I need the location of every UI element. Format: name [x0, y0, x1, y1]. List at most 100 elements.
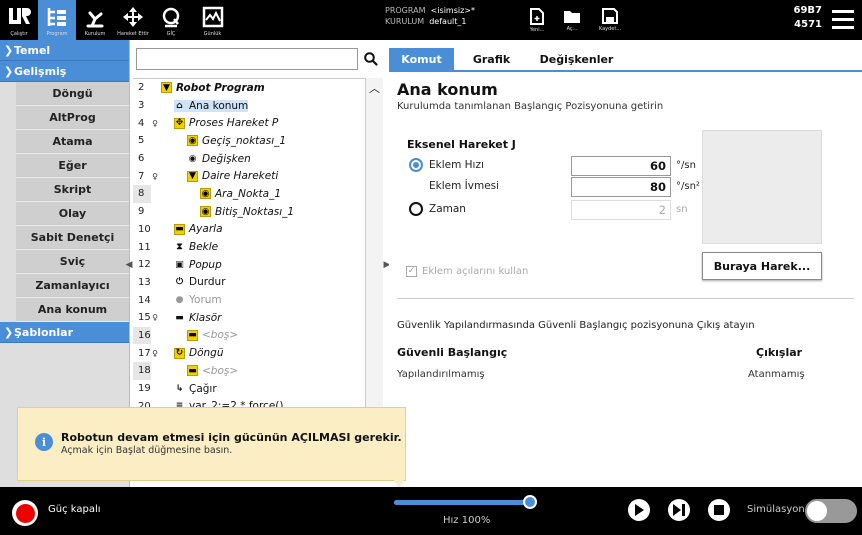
time-unit: sn — [676, 204, 688, 215]
nav-item-2[interactable]: Atama — [16, 130, 129, 154]
line-number: 7 — [138, 170, 145, 182]
tree-node[interactable]: ▬ Ayarla — [174, 223, 223, 235]
tree-row[interactable]: 6 ◉ Değişken — [133, 150, 365, 168]
log-icon — [198, 3, 228, 31]
tree-row[interactable]: 10 ▬ Ayarla — [133, 221, 365, 239]
node-icon: ▬ — [175, 312, 184, 323]
tree-node[interactable]: ▬ <boş> — [187, 329, 238, 341]
run-tab[interactable]: Çalıştır — [0, 0, 38, 40]
tree-node[interactable]: ▬ Klasör — [174, 312, 221, 324]
tab-variables[interactable]: Değişkenler — [529, 48, 624, 70]
nav-item-3[interactable]: Eğer — [16, 154, 129, 178]
play-button[interactable] — [628, 499, 650, 521]
section-advanced-label: Gelişmiş — [14, 64, 67, 78]
nav-item-7[interactable]: Sviç — [16, 250, 129, 274]
tree-row[interactable]: 16 ▬ <boş> — [133, 326, 365, 345]
joint-speed-radio[interactable] — [409, 158, 423, 172]
nav-item-6[interactable]: Sabit Denetçi — [16, 226, 129, 250]
tree-row[interactable]: 18 ▬ <boş> — [133, 362, 365, 380]
program-tree: 2 ▼ Robot Program 3 ⌂ Ana konum 4 ♀ ✥ Proses Hare… — [133, 78, 365, 448]
speed-slider[interactable] — [394, 495, 537, 509]
nav-item-4[interactable]: Skript — [16, 178, 129, 202]
tree-row[interactable]: 9 ◉ Bitiş_Noktası_1 — [133, 203, 365, 221]
expand-pin-icon[interactable]: ♀ — [151, 313, 159, 322]
open-file-button[interactable]: Aç... — [557, 0, 587, 40]
tree-row[interactable]: 15 ♀ ▬ Klasör — [133, 309, 365, 327]
installation-tab[interactable]: Kurulum — [76, 0, 114, 40]
simulation-toggle[interactable] — [805, 499, 857, 523]
move-here-button[interactable]: Buraya Harek... — [702, 252, 822, 280]
search-input[interactable] — [136, 48, 358, 70]
tree-row[interactable]: 5 ◉ Geçiş_noktası_1 — [133, 132, 365, 150]
tree-node[interactable]: ↻ Döngü — [174, 347, 223, 359]
io-tab[interactable]: GİÇ — [152, 0, 190, 40]
node-label: Bekle — [189, 241, 219, 254]
node-label: Döngü — [189, 347, 224, 360]
move-tab[interactable]: Hareket Ettir — [114, 0, 152, 40]
tree-row[interactable]: 7 ♀ ▼ Daire Hareketi — [133, 167, 365, 185]
tree-row[interactable]: 14 ● Yorum — [133, 291, 365, 309]
line-number: 6 — [138, 153, 145, 165]
nav-item-8[interactable]: Zamanlayıcı — [16, 274, 129, 298]
new-file-button[interactable]: Yeni... — [522, 0, 552, 40]
tree-row[interactable]: 2 ▼ Robot Program — [133, 79, 365, 97]
joint-speed-field[interactable]: 60 — [571, 156, 671, 176]
node-label: Yorum — [189, 294, 222, 307]
tree-node[interactable]: ▬ <boş> — [187, 365, 238, 377]
tree-scrollbar[interactable]: ︿ — [365, 78, 383, 448]
time-field[interactable]: 2 — [571, 200, 671, 220]
tree-row[interactable]: 8 ◉ Ara_Nokta_1 — [133, 185, 365, 203]
section-advanced[interactable]: ❯ Gelişmiş — [0, 61, 129, 82]
nav-item-5[interactable]: Olay — [16, 202, 129, 226]
tab-command[interactable]: Komut — [389, 48, 454, 70]
tree-row[interactable]: 11 ⧗ Bekle — [133, 238, 365, 256]
tree-node[interactable]: ⧗ Bekle — [174, 241, 218, 253]
expand-pin-icon[interactable]: ♀ — [151, 119, 159, 128]
tree-node[interactable]: ● Yorum — [174, 294, 222, 306]
tree-node[interactable]: ↳ Çağır — [174, 383, 217, 395]
tree-row[interactable]: 4 ♀ ✥ Proses Hareket P — [133, 114, 365, 132]
save-file-button[interactable]: Kaydet... — [592, 0, 628, 40]
power-button[interactable] — [12, 500, 38, 526]
section-basic[interactable]: ❯ Temel — [0, 40, 129, 61]
tree-node[interactable]: ▣ Popup — [174, 259, 222, 271]
tree-node[interactable]: ✥ Proses Hareket P — [174, 117, 278, 129]
section-templates[interactable]: ❯ Şablonlar — [0, 322, 129, 343]
tree-row[interactable]: 17 ♀ ↻ Döngü — [133, 344, 365, 362]
scroll-up-icon[interactable]: ︿ — [366, 78, 383, 98]
log-tab[interactable]: Günlük — [190, 0, 235, 40]
search-icon[interactable] — [360, 48, 382, 70]
line-number: 4 — [138, 117, 145, 129]
tree-row[interactable]: 19 ↳ Çağır — [133, 380, 365, 398]
time-radio[interactable] — [409, 202, 423, 216]
nav-item-0[interactable]: Döngü — [16, 82, 129, 106]
tree-node[interactable]: ◉ Ara_Nokta_1 — [200, 188, 281, 200]
tree-row[interactable]: 3 ⌂ Ana konum — [133, 97, 365, 115]
power-status-icon — [15, 503, 35, 523]
program-tab[interactable]: Program — [38, 0, 76, 40]
tree-node[interactable]: ▼ Robot Program — [161, 82, 265, 94]
tree-row[interactable]: 12 ▣ Popup — [133, 256, 365, 274]
tree-node[interactable]: ⌂ Ana konum — [174, 99, 249, 112]
step-button[interactable] — [668, 499, 690, 521]
tree-node[interactable]: ◉ Değişken — [187, 153, 251, 165]
nav-item-9[interactable]: Ana konum — [16, 298, 129, 322]
tree-node[interactable]: ◉ Bitiş_Noktası_1 — [200, 206, 294, 218]
use-joint-angles-checkbox[interactable]: ✓ Eklem açılarını kullan — [406, 266, 528, 277]
stop-button[interactable] — [708, 499, 730, 521]
pose-preview — [702, 130, 822, 244]
new-file-icon — [530, 7, 544, 25]
hamburger-menu-icon[interactable] — [832, 10, 854, 30]
nav-item-1[interactable]: AltProg — [16, 106, 129, 130]
tree-node[interactable]: ▼ Daire Hareketi — [187, 170, 278, 182]
tree-node[interactable]: ⏻ Durdur — [174, 276, 226, 288]
tab-graphics[interactable]: Grafik — [464, 48, 519, 70]
io-icon — [156, 3, 186, 31]
joint-accel-field[interactable]: 80 — [571, 177, 671, 197]
speed-slider-knob[interactable] — [523, 495, 537, 509]
expand-pin-icon[interactable]: ♀ — [151, 172, 159, 181]
collapse-nav-icon[interactable]: ◀ — [125, 258, 133, 272]
tree-node[interactable]: ◉ Geçiş_noktası_1 — [187, 135, 286, 147]
tree-row[interactable]: 13 ⏻ Durdur — [133, 274, 365, 292]
expand-pin-icon[interactable]: ♀ — [151, 349, 159, 358]
